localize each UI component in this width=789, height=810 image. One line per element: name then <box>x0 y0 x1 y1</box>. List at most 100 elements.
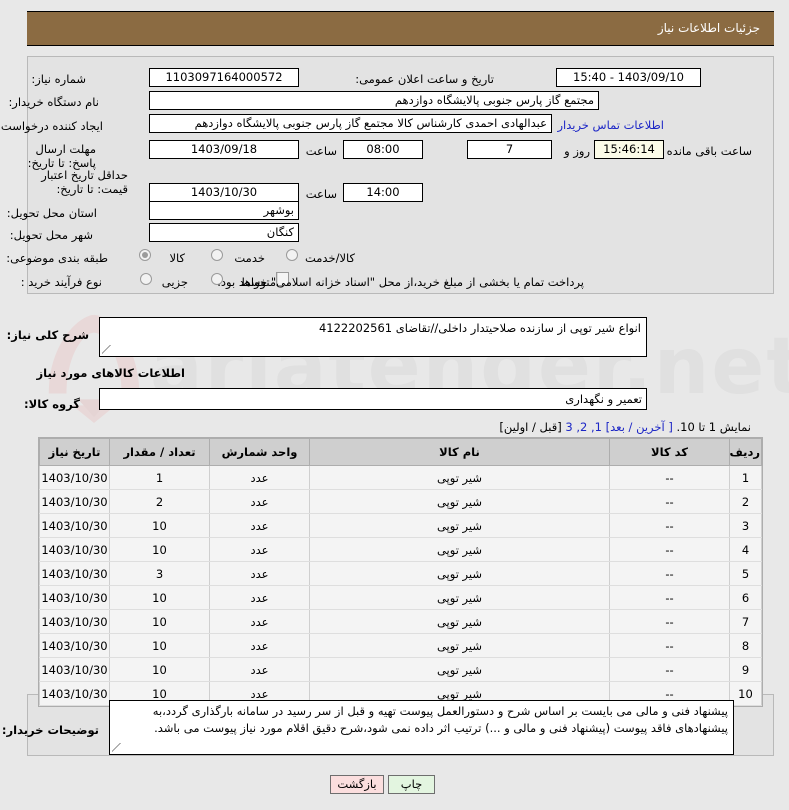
field-deadline-time[interactable]: 08:00 <box>343 140 423 159</box>
field-validity-date[interactable]: 1403/10/30 <box>149 183 299 202</box>
goods-table: ردیفکد کالانام کالاواحد شمارشتعداد / مقد… <box>39 438 762 706</box>
table-column-header: واحد شمارش <box>210 439 310 466</box>
field-buyer-organization[interactable]: مجتمع گاز پارس جنوبی پالایشگاه دوازدهم <box>149 91 599 110</box>
table-cell: عدد <box>210 514 310 538</box>
label-purchase-process: نوع فرآیند خرید : <box>16 275 102 289</box>
table-column-header: نام کالا <box>310 439 610 466</box>
table-cell: شیر توپی <box>310 562 610 586</box>
label-announce-datetime: تاریخ و ساعت اعلان عمومی: <box>355 72 494 86</box>
page-title: جزئیات اطلاعات نیاز <box>27 12 774 45</box>
pagination-prev-first: [قبل / اولین] <box>499 420 561 434</box>
label-deadline-hour: ساعت <box>306 144 337 158</box>
field-delivery-city[interactable]: کنگان <box>149 223 299 242</box>
table-cell: 1403/10/30 <box>40 586 110 610</box>
table-cell: 7 <box>730 610 762 634</box>
table-cell: شیر توپی <box>310 490 610 514</box>
table-cell: 10 <box>110 634 210 658</box>
table-cell: شیر توپی <box>310 538 610 562</box>
label-request-creator: ایجاد کننده درخواست: <box>16 119 103 133</box>
table-cell: 2 <box>730 490 762 514</box>
table-column-header: تاریخ نیاز <box>40 439 110 466</box>
field-goods-group[interactable]: تعمیر و نگهداری <box>99 388 647 410</box>
radio-category-khedmat[interactable] <box>211 249 223 261</box>
table-cell: 1403/10/30 <box>40 634 110 658</box>
goods-section-heading: اطلاعات کالاهای مورد نیاز <box>37 366 185 380</box>
table-cell: عدد <box>210 586 310 610</box>
table-cell: 2 <box>110 490 210 514</box>
field-validity-time[interactable]: 14:00 <box>343 183 423 202</box>
table-cell: 10 <box>110 586 210 610</box>
table-cell: 1403/10/30 <box>40 562 110 586</box>
label-price-validity: حداقل تاریخ اعتبار قیمت: تا تاریخ: <box>16 168 128 196</box>
table-header-row: ردیفکد کالانام کالاواحد شمارشتعداد / مقد… <box>40 439 762 466</box>
field-need-summary[interactable]: انواع شیر توپی از سازنده صلاحیتدار داخلی… <box>99 317 647 357</box>
table-cell: 1403/10/30 <box>40 490 110 514</box>
table-cell: شیر توپی <box>310 466 610 490</box>
back-button[interactable]: بازگشت <box>330 775 384 794</box>
label-delivery-city: شهر محل تحویل: <box>16 228 93 242</box>
field-remaining-days[interactable]: 7 <box>467 140 552 159</box>
table-cell: عدد <box>210 658 310 682</box>
page-title-bar: جزئیات اطلاعات نیاز <box>27 11 774 46</box>
table-cell: شیر توپی <box>310 658 610 682</box>
table-row: 2--شیر توپیعدد21403/10/30 <box>40 490 762 514</box>
field-countdown-timer: 15:46:14 <box>594 140 664 159</box>
table-cell: 3 <box>110 562 210 586</box>
print-button[interactable]: چاپ <box>388 775 435 794</box>
table-cell: -- <box>610 634 730 658</box>
table-cell: عدد <box>210 538 310 562</box>
field-deadline-date[interactable]: 1403/09/18 <box>149 140 299 159</box>
table-cell: -- <box>610 490 730 514</box>
buyer-contact-link[interactable]: اطلاعات تماس خریدار <box>557 118 664 132</box>
table-cell: 1403/10/30 <box>40 610 110 634</box>
field-announce-datetime[interactable]: 1403/09/10 - 15:40 <box>556 68 701 87</box>
pagination-pages[interactable]: 1, 2, 3 <box>565 420 602 434</box>
table-cell: عدد <box>210 562 310 586</box>
table-body: 1--شیر توپیعدد11403/10/302--شیر توپیعدد2… <box>40 466 762 706</box>
table-cell: عدد <box>210 466 310 490</box>
label-islamic-treasury-note: پرداخت تمام یا بخشی از مبلغ خرید،از محل … <box>217 275 584 289</box>
table-cell: -- <box>610 514 730 538</box>
table-cell: 3 <box>730 514 762 538</box>
label-days-unit: روز و <box>564 144 590 158</box>
pagination: نمایش 1 تا 10. [ آخرین / بعد] 1, 2, 3 [ق… <box>499 420 751 434</box>
label-delivery-province: استان محل تحویل: <box>16 206 97 220</box>
table-cell: عدد <box>210 610 310 634</box>
field-buyer-notes[interactable]: پیشنهاد فنی و مالی می بایست بر اساس شرح … <box>109 700 734 755</box>
table-cell: 10 <box>110 538 210 562</box>
label-process-jozi: جزیی <box>162 275 188 289</box>
radio-process-jozi[interactable] <box>140 273 152 285</box>
table-cell: 10 <box>110 514 210 538</box>
table-cell: 1403/10/30 <box>40 658 110 682</box>
table-row: 3--شیر توپیعدد101403/10/30 <box>40 514 762 538</box>
table-cell: شیر توپی <box>310 514 610 538</box>
field-request-creator[interactable]: عبدالهادی احمدی کارشناس کالا مجتمع گاز پ… <box>149 114 552 133</box>
table-row: 7--شیر توپیعدد101403/10/30 <box>40 610 762 634</box>
table-cell: شیر توپی <box>310 634 610 658</box>
pagination-last-next[interactable]: [ آخرین / بعد] <box>606 420 673 434</box>
goods-table-container: ردیفکد کالانام کالاواحد شمارشتعداد / مقد… <box>38 437 763 707</box>
table-row: 8--شیر توپیعدد101403/10/30 <box>40 634 762 658</box>
field-delivery-province[interactable]: بوشهر <box>149 201 299 220</box>
label-validity-hour: ساعت <box>306 187 337 201</box>
table-cell: عدد <box>210 634 310 658</box>
table-cell: 1403/10/30 <box>40 682 110 706</box>
table-cell: 10 <box>110 610 210 634</box>
table-cell: -- <box>610 538 730 562</box>
table-row: 5--شیر توپیعدد31403/10/30 <box>40 562 762 586</box>
table-cell: 1403/10/30 <box>40 538 110 562</box>
table-cell: 8 <box>730 634 762 658</box>
table-cell: -- <box>610 586 730 610</box>
table-cell: 1 <box>730 466 762 490</box>
label-category-kala-khedmat: کالا/خدمت <box>305 251 355 265</box>
table-cell: شیر توپی <box>310 610 610 634</box>
table-cell: -- <box>610 466 730 490</box>
label-buyer-organization: نام دستگاه خریدار: <box>16 95 99 109</box>
table-column-header: کد کالا <box>610 439 730 466</box>
radio-category-kala[interactable] <box>139 249 151 261</box>
label-goods-group: گروه کالا: <box>16 397 80 411</box>
table-column-header: تعداد / مقدار <box>110 439 210 466</box>
radio-category-kala-khedmat[interactable] <box>286 249 298 261</box>
field-need-number[interactable]: 1103097164000572 <box>149 68 299 87</box>
label-countdown-unit: ساعت باقی مانده <box>667 144 752 158</box>
